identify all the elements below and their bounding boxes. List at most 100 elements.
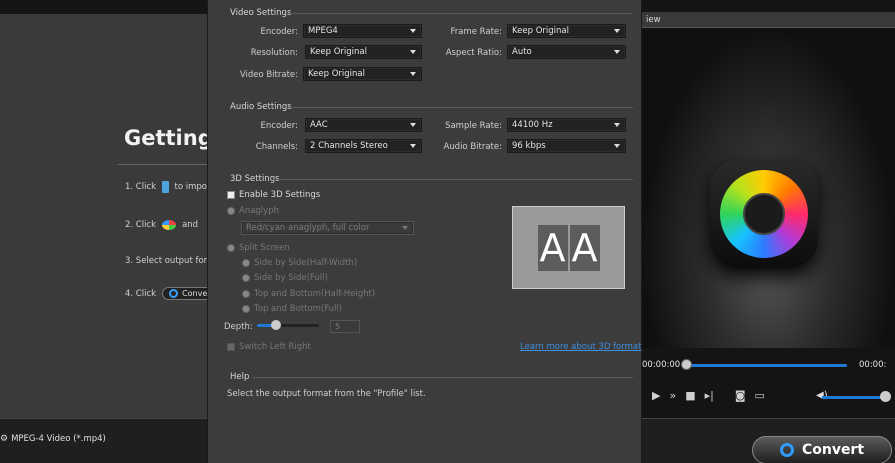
anaglyph-radio[interactable]: Anaglyph	[227, 206, 279, 216]
step-1: 1. Click to impo	[125, 181, 207, 193]
switch-left-right-label: Switch Left Right	[239, 342, 311, 352]
convert-button[interactable]: Convert	[752, 436, 892, 463]
audio-settings-title: Audio Settings	[230, 102, 292, 112]
app-window: Getting 1. Click to impo 2. Click and 3.…	[0, 0, 895, 463]
sample-rate-label: Sample Rate:	[445, 121, 502, 131]
video-encoder-label: Encoder:	[260, 27, 298, 37]
depth-label: Depth:	[224, 322, 253, 332]
playback-controls: ▶ » ■ ▸| ◙ ▭	[652, 389, 765, 402]
video-bitrate-label: Video Bitrate:	[239, 70, 298, 80]
video-bitrate-select[interactable]: Keep Original	[303, 67, 422, 81]
getting-started-panel: Getting 1. Click to impo 2. Click and 3.…	[0, 0, 207, 418]
step-3: 3. Select output forma	[125, 256, 207, 266]
play-icon[interactable]: ▶	[652, 389, 660, 402]
switch-left-right-checkbox[interactable]: Switch Left Right	[227, 342, 311, 352]
frame-rate-select[interactable]: Keep Original	[507, 24, 626, 38]
gear-icon: ⚙	[0, 434, 9, 444]
split-option-radio[interactable]: Side by Side(Half-Width)	[242, 258, 357, 268]
step-4-prefix: 4. Click	[125, 288, 157, 299]
split-option-radio[interactable]: Top and Bottom(Full)	[242, 304, 342, 314]
video-encoder-select[interactable]: MPEG4	[303, 24, 422, 38]
seek-bar[interactable]	[684, 364, 847, 367]
volume-slider[interactable]	[822, 396, 884, 399]
channels-select[interactable]: 2 Channels Stereo	[305, 139, 422, 153]
preview-letter-right: A	[569, 224, 600, 271]
refresh-icon	[779, 443, 794, 457]
split-option-radio[interactable]: Top and Bottom(Half-Height)	[242, 289, 375, 299]
radio-dot	[242, 305, 250, 313]
divider	[253, 377, 633, 378]
mini-convert-button[interactable]: Conve	[162, 287, 207, 300]
top-bar	[0, 0, 207, 14]
preview-letter-left: A	[537, 224, 568, 271]
checkbox-box[interactable]	[227, 191, 235, 199]
camera-icon[interactable]: ◙	[735, 389, 746, 402]
video-preview	[642, 28, 895, 348]
refresh-icon	[169, 289, 179, 298]
preview-panel: iew 00:00:00 00:00: ▶ » ■ ▸| ◙ ▭ ◀)	[642, 0, 895, 418]
step-2: 2. Click and	[125, 220, 207, 230]
next-frame-icon[interactable]: ▸|	[705, 389, 714, 402]
help-text: Select the output format from the "Profi…	[227, 389, 426, 399]
step-2-suffix: and	[182, 220, 199, 230]
divider	[288, 107, 633, 108]
split-option-label: Top and Bottom(Full)	[254, 304, 343, 314]
resolution-select[interactable]: Keep Original	[305, 45, 422, 59]
enable-3d-checkbox[interactable]: Enable 3D Settings	[227, 190, 320, 200]
split-screen-label: Split Screen	[239, 243, 290, 253]
folder-icon[interactable]: ▭	[755, 389, 765, 402]
audio-bitrate-label: Audio Bitrate:	[443, 142, 502, 152]
split-option-radio[interactable]: Side by Side(Full)	[242, 273, 328, 283]
edit-icon[interactable]	[162, 220, 177, 230]
seek-handle[interactable]	[681, 359, 692, 370]
video-settings-title: Video Settings	[230, 8, 292, 18]
split-screen-radio[interactable]: Split Screen	[227, 243, 290, 253]
aspect-ratio-select[interactable]: Auto	[507, 45, 626, 59]
radio-dot	[227, 244, 235, 252]
radio-dot	[242, 290, 250, 298]
radio-dot	[242, 274, 250, 282]
audio-encoder-label: Encoder:	[260, 121, 298, 131]
frame-rate-label: Frame Rate:	[450, 27, 502, 37]
fast-forward-icon[interactable]: »	[669, 389, 676, 402]
step-1-suffix: to impo	[174, 182, 207, 192]
add-file-icon[interactable]	[162, 181, 169, 193]
3d-preview-image: A A	[512, 206, 625, 289]
channels-label: Channels:	[255, 142, 298, 152]
radio-dot	[242, 259, 250, 267]
time-current: 00:00:00	[642, 360, 681, 370]
convert-label: Convert	[801, 442, 865, 458]
preview-header: iew	[642, 12, 895, 28]
audio-encoder-select[interactable]: AAC	[305, 118, 422, 132]
time-total: 00:00:	[859, 360, 887, 370]
divider	[118, 164, 207, 165]
profile-selector[interactable]: ⚙ MPEG-4 Video (*.mp4)	[0, 430, 207, 448]
depth-stepper[interactable]: 5	[330, 320, 360, 333]
getting-started-title: Getting	[124, 126, 207, 150]
profile-label: MPEG-4 Video (*.mp4)	[11, 434, 106, 444]
resolution-label: Resolution:	[250, 48, 298, 58]
audio-bitrate-select[interactable]: 96 kbps	[507, 139, 626, 153]
anaglyph-label: Anaglyph	[239, 206, 279, 216]
anaglyph-select[interactable]: Red/cyan anaglyph, full color	[241, 221, 414, 235]
radio-dot	[227, 207, 235, 215]
volume-handle[interactable]	[880, 391, 891, 402]
mini-convert-label: Conve	[182, 289, 207, 298]
step-3-text: 3. Select output forma	[125, 256, 207, 266]
enable-3d-label: Enable 3D Settings	[239, 190, 321, 200]
divider	[273, 179, 633, 180]
settings-dialog: Video Settings Encoder: MPEG4 Frame Rate…	[207, 0, 642, 463]
checkbox-box[interactable]	[227, 343, 235, 351]
step-2-prefix: 2. Click	[125, 220, 157, 230]
split-option-label: Side by Side(Half-Width)	[254, 258, 358, 268]
divider	[288, 13, 633, 14]
split-option-label: Top and Bottom(Half-Height)	[254, 289, 376, 299]
help-title: Help	[230, 372, 250, 382]
depth-slider-handle[interactable]	[271, 320, 281, 330]
stop-icon[interactable]: ■	[685, 389, 695, 402]
step-1-prefix: 1. Click	[125, 182, 157, 192]
sample-rate-select[interactable]: 44100 Hz	[507, 118, 626, 132]
aspect-ratio-label: Aspect Ratio:	[445, 48, 502, 58]
app-logo-icon	[710, 160, 818, 268]
learn-more-link[interactable]: Learn more about 3D format	[520, 342, 641, 352]
